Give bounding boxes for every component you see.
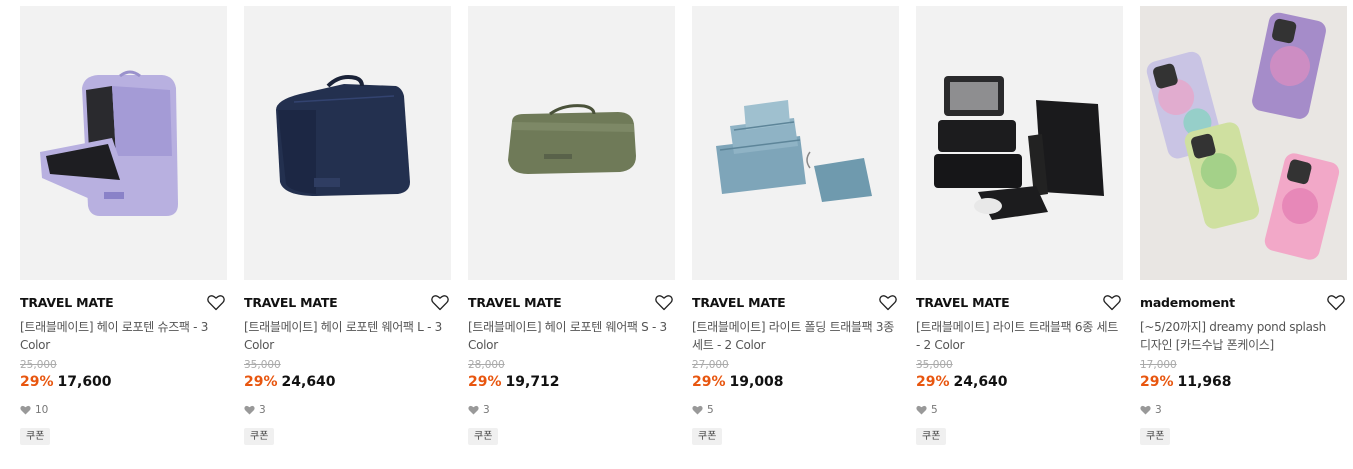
original-price: 17,000 <box>1140 359 1177 371</box>
heart-filled-icon <box>1140 405 1151 415</box>
brand-name[interactable]: TRAVEL MATE <box>20 294 227 312</box>
product-card[interactable]: TRAVEL MATE [트래블메이트] 라이트 트래블팩 6종 세트 - 2 … <box>916 6 1123 445</box>
heart-filled-icon <box>244 405 255 415</box>
like-count: 3 <box>468 404 675 416</box>
brand-name[interactable]: TRAVEL MATE <box>916 294 1123 312</box>
coupon-badge: 쿠폰 <box>468 428 499 445</box>
product-title[interactable]: [~5/20까지] dreamy pond splash 디자인 [카드수납 폰… <box>1140 318 1345 354</box>
brand-name[interactable]: TRAVEL MATE <box>692 294 899 312</box>
product-title[interactable]: [트래블메이트] 헤이 로포텐 웨어팩 L - 3 Color <box>244 318 449 354</box>
sale-price: 19,712 <box>505 374 560 390</box>
product-card[interactable]: TRAVEL MATE [트래블메이트] 라이트 폴딩 트래블팩 3종 세트 -… <box>692 6 899 445</box>
heart-outline-icon[interactable] <box>879 294 897 311</box>
brand-name[interactable]: mademoment <box>1140 294 1347 312</box>
original-price: 28,000 <box>468 359 505 371</box>
product-image[interactable] <box>244 6 451 280</box>
sale-price: 17,600 <box>57 374 112 390</box>
heart-outline-icon[interactable] <box>1103 294 1121 311</box>
discount-rate: 29% <box>916 374 950 390</box>
heart-filled-icon <box>916 405 927 415</box>
product-image[interactable] <box>916 6 1123 280</box>
product-title[interactable]: [트래블메이트] 라이트 트래블팩 6종 세트 - 2 Color <box>916 318 1121 354</box>
heart-outline-icon[interactable] <box>1327 294 1345 311</box>
original-price: 35,000 <box>916 359 953 371</box>
coupon-badge: 쿠폰 <box>20 428 51 445</box>
like-count: 3 <box>244 404 451 416</box>
product-card[interactable]: TRAVEL MATE [트래블메이트] 헤이 로포텐 슈즈팩 - 3 Colo… <box>20 6 227 445</box>
original-price: 27,000 <box>692 359 729 371</box>
heart-filled-icon <box>20 405 31 415</box>
heart-outline-icon[interactable] <box>431 294 449 311</box>
coupon-badge: 쿠폰 <box>1140 428 1171 445</box>
brand-name[interactable]: TRAVEL MATE <box>468 294 675 312</box>
product-grid: TRAVEL MATE [트래블메이트] 헤이 로포텐 슈즈팩 - 3 Colo… <box>0 0 1353 469</box>
like-count-value: 10 <box>35 404 49 416</box>
like-count: 5 <box>916 404 1123 416</box>
coupon-badge: 쿠폰 <box>916 428 947 445</box>
sale-price: 11,968 <box>1177 374 1232 390</box>
heart-outline-icon[interactable] <box>207 294 225 311</box>
original-price: 25,000 <box>20 359 57 371</box>
like-count: 5 <box>692 404 899 416</box>
discount-rate: 29% <box>20 374 54 390</box>
like-count: 3 <box>1140 404 1347 416</box>
product-image[interactable] <box>1140 6 1347 280</box>
sale-price: 19,008 <box>729 374 784 390</box>
product-card[interactable]: TRAVEL MATE [트래블메이트] 헤이 로포텐 웨어팩 S - 3 Co… <box>468 6 675 445</box>
product-title[interactable]: [트래블메이트] 헤이 로포텐 웨어팩 S - 3 Color <box>468 318 673 354</box>
discount-rate: 29% <box>692 374 726 390</box>
like-count-value: 5 <box>931 404 938 416</box>
product-title[interactable]: [트래블메이트] 헤이 로포텐 슈즈팩 - 3 Color <box>20 318 225 354</box>
heart-filled-icon <box>692 405 703 415</box>
discount-rate: 29% <box>244 374 278 390</box>
like-count-value: 5 <box>707 404 714 416</box>
discount-rate: 29% <box>1140 374 1174 390</box>
product-card[interactable]: TRAVEL MATE [트래블메이트] 헤이 로포텐 웨어팩 L - 3 Co… <box>244 6 451 445</box>
sale-price: 24,640 <box>281 374 336 390</box>
product-card[interactable]: mademoment [~5/20까지] dreamy pond splash … <box>1140 6 1347 445</box>
like-count: 10 <box>20 404 227 416</box>
discount-rate: 29% <box>468 374 502 390</box>
original-price: 35,000 <box>244 359 281 371</box>
coupon-badge: 쿠폰 <box>692 428 723 445</box>
heart-outline-icon[interactable] <box>655 294 673 311</box>
product-image[interactable] <box>468 6 675 280</box>
heart-filled-icon <box>468 405 479 415</box>
brand-name[interactable]: TRAVEL MATE <box>244 294 451 312</box>
like-count-value: 3 <box>483 404 490 416</box>
product-image[interactable] <box>692 6 899 280</box>
coupon-badge: 쿠폰 <box>244 428 275 445</box>
product-title[interactable]: [트래블메이트] 라이트 폴딩 트래블팩 3종 세트 - 2 Color <box>692 318 897 354</box>
like-count-value: 3 <box>1155 404 1162 416</box>
sale-price: 24,640 <box>953 374 1008 390</box>
like-count-value: 3 <box>259 404 266 416</box>
product-image[interactable] <box>20 6 227 280</box>
